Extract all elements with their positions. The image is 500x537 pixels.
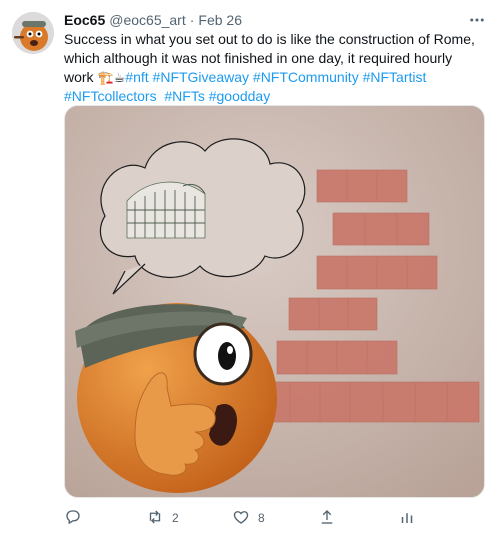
- display-name[interactable]: Eoc65: [64, 11, 105, 29]
- views-button[interactable]: [398, 507, 416, 529]
- hashtag-nftcollectors[interactable]: #NFTcollectors: [64, 88, 157, 104]
- hashtag-nft[interactable]: #nft: [125, 69, 148, 85]
- retweet-icon: [146, 508, 164, 529]
- tweet-text: Success in what you set out to do is lik…: [64, 30, 484, 106]
- hashtag-nftcommunity[interactable]: #NFTCommunity: [253, 69, 359, 85]
- action-bar: 2 8: [64, 507, 424, 529]
- share-button[interactable]: [318, 507, 336, 529]
- tweet-emoji: 🏗️☕: [97, 70, 126, 85]
- tweet-header: Eoc65 @eoc65_art · Feb 26: [64, 10, 488, 30]
- reply-icon: [64, 508, 82, 529]
- tweet-date[interactable]: Feb 26: [198, 11, 242, 29]
- tweet-card[interactable]: Eoc65 @eoc65_art · Feb 26 Success in wha…: [0, 0, 500, 537]
- hashtag-nftartist[interactable]: #NFTartist: [363, 69, 427, 85]
- tweet-image[interactable]: [64, 105, 485, 498]
- reply-button[interactable]: [64, 507, 82, 529]
- hashtag-nfts[interactable]: #NFTs: [164, 88, 204, 104]
- hashtag-nftgiveaway[interactable]: #NFTGiveaway: [153, 69, 249, 85]
- like-count: 8: [258, 511, 265, 525]
- avatar[interactable]: [12, 12, 54, 54]
- user-handle[interactable]: @eoc65_art: [109, 11, 185, 29]
- share-icon: [318, 508, 336, 529]
- hashtag-goodday[interactable]: #goodday: [209, 88, 271, 104]
- separator: ·: [189, 12, 195, 28]
- like-button[interactable]: 8: [232, 507, 265, 529]
- heart-icon: [232, 508, 250, 529]
- retweet-button[interactable]: 2: [146, 507, 179, 529]
- retweet-count: 2: [172, 511, 179, 525]
- views-icon: [398, 508, 416, 529]
- more-dots-icon[interactable]: [466, 10, 488, 30]
